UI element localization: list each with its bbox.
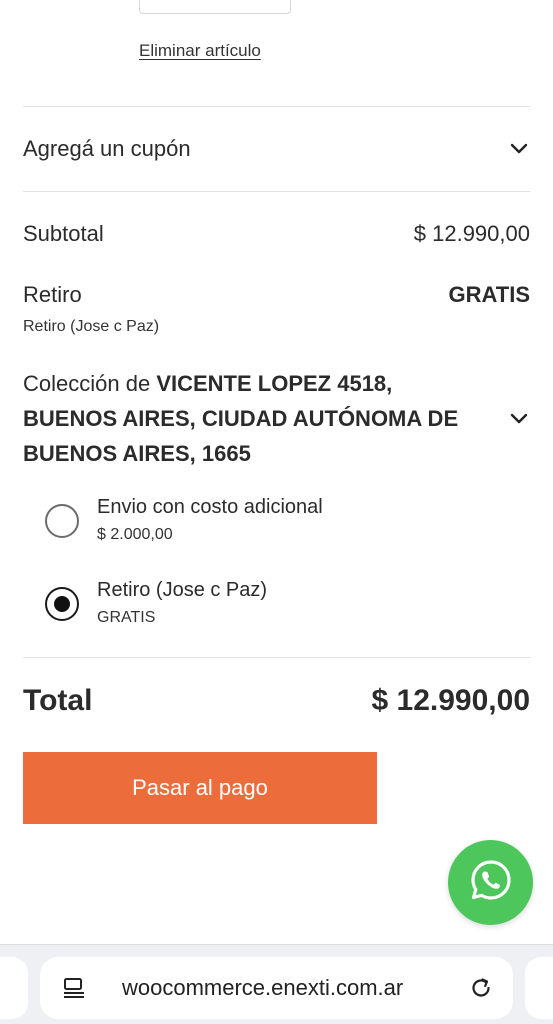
whatsapp-button[interactable] (448, 840, 533, 925)
url-text: woocommerce.enexti.com.ar (122, 975, 404, 1000)
quantity-stepper[interactable] (139, 0, 291, 14)
divider (23, 657, 530, 658)
radio-selected[interactable] (45, 587, 79, 621)
checkout-button[interactable]: Pasar al pago (23, 752, 377, 824)
collection-address-toggle[interactable]: Colección de VICENTE LOPEZ 4518, BUENOS … (23, 366, 530, 471)
chevron-down-icon (508, 138, 530, 160)
option-price: GRATIS (97, 609, 156, 626)
option-title: Envio con costo adicional (97, 496, 323, 518)
browser-toolbar: woocommerce.enexti.com.ar (0, 944, 553, 1024)
next-tab[interactable] (525, 957, 553, 1019)
address-bar[interactable]: woocommerce.enexti.com.ar (40, 957, 513, 1019)
option-price: $ 2.000,00 (97, 526, 173, 543)
total-label: Total (23, 684, 93, 717)
reload-icon[interactable] (468, 975, 494, 1006)
collection-prefix: Colección de (23, 371, 157, 396)
collection-address: Colección de VICENTE LOPEZ 4518, BUENOS … (23, 366, 483, 471)
chevron-down-icon (508, 408, 530, 430)
subtotal-value: $ 12.990,00 (413, 221, 530, 246)
shipping-label: Retiro (23, 282, 82, 307)
page-info-icon[interactable] (62, 976, 86, 1005)
shipping-row: Retiro GRATIS (23, 282, 530, 308)
shipping-value: GRATIS (448, 282, 530, 307)
whatsapp-icon (467, 856, 515, 909)
remove-item-link[interactable]: Eliminar artículo (139, 41, 261, 61)
shipping-option[interactable]: Retiro (Jose c Paz) GRATIS (45, 577, 505, 627)
shipping-note: Retiro (Jose c Paz) (23, 318, 160, 335)
subtotal-label: Subtotal (23, 221, 104, 246)
subtotal-row: Subtotal $ 12.990,00 (23, 221, 530, 247)
coupon-label: Agregá un cupón (23, 136, 191, 161)
total-value: $ 12.990,00 (371, 684, 530, 717)
coupon-toggle[interactable]: Agregá un cupón (23, 107, 530, 191)
option-title: Retiro (Jose c Paz) (97, 579, 268, 601)
radio-unselected[interactable] (45, 504, 79, 538)
divider (23, 191, 530, 192)
previous-tab[interactable] (0, 957, 28, 1019)
total-row: Total $ 12.990,00 (23, 684, 530, 718)
shipping-option[interactable]: Envio con costo adicional $ 2.000,00 (45, 494, 505, 544)
